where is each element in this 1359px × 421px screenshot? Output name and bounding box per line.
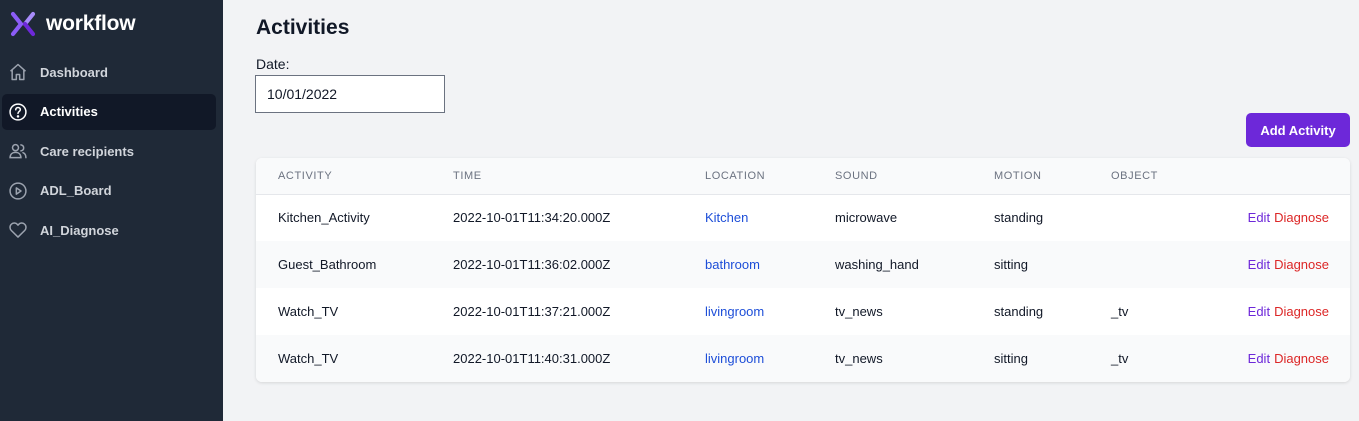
table-row: Guest_Bathroom 2022-10-01T11:36:02.000Z … xyxy=(256,241,1350,288)
cell-activity: Guest_Bathroom xyxy=(278,257,377,272)
play-circle-icon xyxy=(8,181,28,201)
edit-link[interactable]: Edit xyxy=(1248,304,1270,319)
cell-actions: Edit Diagnose xyxy=(1211,241,1350,288)
main-content: Activities Date: Add Activity ACTIVITY T… xyxy=(223,0,1359,421)
cell-location-link[interactable]: Kitchen xyxy=(705,194,835,241)
brand-name: workflow xyxy=(46,12,136,35)
sidebar-item-activities[interactable]: Activities xyxy=(2,93,216,130)
edit-link[interactable]: Edit xyxy=(1248,257,1270,272)
sidebar-item-label: AI_Diagnose xyxy=(40,222,119,238)
table-header-row: ACTIVITY TIME LOCATION SOUND MOTION OBJE… xyxy=(256,158,1350,194)
cell-sound: washing_hand xyxy=(835,257,919,272)
page-title: Activities xyxy=(256,16,350,39)
sidebar-item-ai-diagnose[interactable]: AI_Diagnose xyxy=(2,212,216,248)
cell-sound: tv_news xyxy=(835,351,883,366)
users-icon xyxy=(8,141,28,161)
table-row: Watch_TV 2022-10-01T11:40:31.000Z living… xyxy=(256,335,1350,382)
column-header-motion: MOTION xyxy=(994,169,1042,182)
question-circle-icon xyxy=(8,102,28,122)
cell-object xyxy=(1111,241,1211,288)
sidebar-item-dashboard[interactable]: Dashboard xyxy=(2,54,216,90)
cell-motion: sitting xyxy=(994,351,1028,366)
cell-activity: Watch_TV xyxy=(278,304,339,319)
table-row: Kitchen_Activity 2022-10-01T11:34:20.000… xyxy=(256,194,1350,241)
home-icon xyxy=(8,62,28,82)
edit-link[interactable]: Edit xyxy=(1248,351,1270,366)
cell-location-link[interactable]: bathroom xyxy=(705,241,835,288)
sidebar-item-label: Care recipients xyxy=(40,143,134,159)
cell-motion: standing xyxy=(994,210,1044,226)
sidebar-item-care-recipients[interactable]: Care recipients xyxy=(2,133,216,169)
cell-location-link[interactable]: livingroom xyxy=(705,335,835,382)
sidebar-item-label: Activities xyxy=(40,104,98,120)
cell-object: _tv xyxy=(1111,351,1129,366)
sidebar-item-label: Dashboard xyxy=(40,64,108,80)
column-header-location: LOCATION xyxy=(705,169,766,182)
column-header-object: OBJECT xyxy=(1111,169,1158,182)
cell-time: 2022-10-01T11:36:02.000Z xyxy=(453,257,611,272)
cell-activity: Kitchen_Activity xyxy=(278,210,370,226)
diagnose-link[interactable]: Diagnose xyxy=(1274,257,1329,272)
cell-object xyxy=(1111,194,1211,241)
cell-motion: standing xyxy=(994,304,1044,319)
cell-activity: Watch_TV xyxy=(278,351,339,366)
sidebar-nav: Dashboard Activities Care recipients ADL… xyxy=(0,54,223,252)
diagnose-link[interactable]: Diagnose xyxy=(1274,210,1329,225)
brand[interactable]: workflow xyxy=(8,9,136,39)
cell-location-link[interactable]: livingroom xyxy=(705,288,835,335)
cell-actions: Edit Diagnose xyxy=(1211,194,1350,241)
sidebar: workflow Dashboard Activities Care recip… xyxy=(0,0,223,421)
column-header-sound: SOUND xyxy=(835,169,878,182)
column-header-activity: ACTIVITY xyxy=(278,169,333,182)
cell-time: 2022-10-01T11:34:20.000Z xyxy=(453,210,611,226)
cell-object: _tv xyxy=(1111,304,1129,319)
diagnose-link[interactable]: Diagnose xyxy=(1274,351,1329,366)
cell-actions: Edit Diagnose xyxy=(1211,288,1350,335)
table-row: Watch_TV 2022-10-01T11:37:21.000Z living… xyxy=(256,288,1350,335)
date-label: Date: xyxy=(256,56,290,72)
cell-actions: Edit Diagnose xyxy=(1211,335,1350,382)
column-header-actions xyxy=(1211,158,1350,194)
diagnose-link[interactable]: Diagnose xyxy=(1274,304,1329,319)
sidebar-item-label: ADL_Board xyxy=(40,183,112,199)
cell-sound: microwave xyxy=(835,210,898,226)
heart-icon xyxy=(8,220,28,240)
activities-table: ACTIVITY TIME LOCATION SOUND MOTION OBJE… xyxy=(256,158,1350,382)
edit-link[interactable]: Edit xyxy=(1248,210,1270,225)
cell-time: 2022-10-01T11:37:21.000Z xyxy=(453,304,611,319)
add-activity-button[interactable]: Add Activity xyxy=(1246,113,1350,147)
workflow-logo-icon xyxy=(10,11,36,37)
sidebar-item-adl-board[interactable]: ADL_Board xyxy=(2,173,216,209)
date-input[interactable] xyxy=(255,75,445,113)
column-header-time: TIME xyxy=(453,169,482,182)
cell-time: 2022-10-01T11:40:31.000Z xyxy=(453,351,611,366)
cell-sound: tv_news xyxy=(835,304,883,319)
cell-motion: sitting xyxy=(994,257,1028,272)
